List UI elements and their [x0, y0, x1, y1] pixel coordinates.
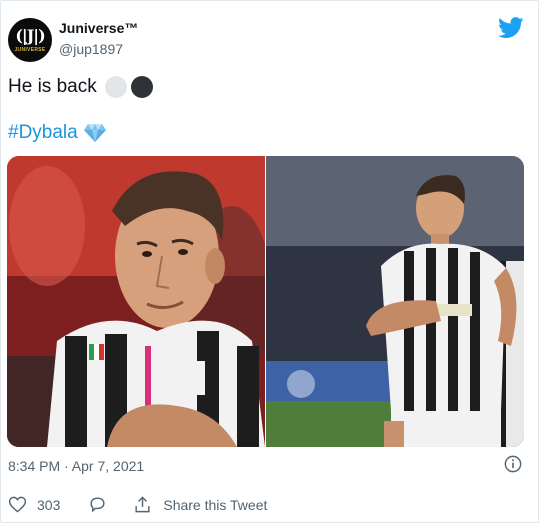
reply-button[interactable]: [88, 495, 107, 514]
juventus-logo-icon: (|J|): [15, 25, 45, 45]
like-count: 303: [37, 496, 61, 513]
avatar-label: JUNIVERSE: [14, 46, 46, 53]
share-icon: [135, 496, 150, 513]
player-photo-closeup[interactable]: [7, 156, 272, 447]
share-label: Share this Tweet: [163, 496, 268, 513]
twitter-bird-icon[interactable]: [498, 17, 524, 39]
info-icon[interactable]: [504, 455, 522, 473]
hashtag-link[interactable]: #Dybala: [8, 122, 78, 144]
tweet-timestamp[interactable]: 8:34 PM · Apr 7, 2021: [8, 458, 144, 474]
black-circle-icon: [130, 76, 153, 98]
heart-icon: [8, 496, 27, 513]
reply-bubble-icon: [90, 497, 105, 513]
tweet-card: (|J|) JUNIVERSE Juniverse™ @jup1897 He i…: [0, 0, 539, 523]
player-photo-celebration[interactable]: [266, 156, 524, 447]
hashtag-line: #Dybala: [8, 122, 106, 144]
white-circle-icon: [104, 76, 127, 98]
like-button[interactable]: 303: [8, 495, 60, 514]
tweet-text-line: He is back: [8, 76, 153, 98]
gem-icon: [83, 124, 106, 142]
tweet-text: He is back: [8, 76, 97, 97]
share-button[interactable]: Share this Tweet: [133, 495, 267, 514]
tweet-media[interactable]: [7, 156, 524, 447]
action-bar: 303 Share this Tweet: [8, 495, 267, 514]
author-name[interactable]: Juniverse™: [59, 20, 138, 36]
avatar[interactable]: (|J|) JUNIVERSE: [8, 18, 52, 62]
author-handle[interactable]: @jup1897: [59, 41, 123, 57]
